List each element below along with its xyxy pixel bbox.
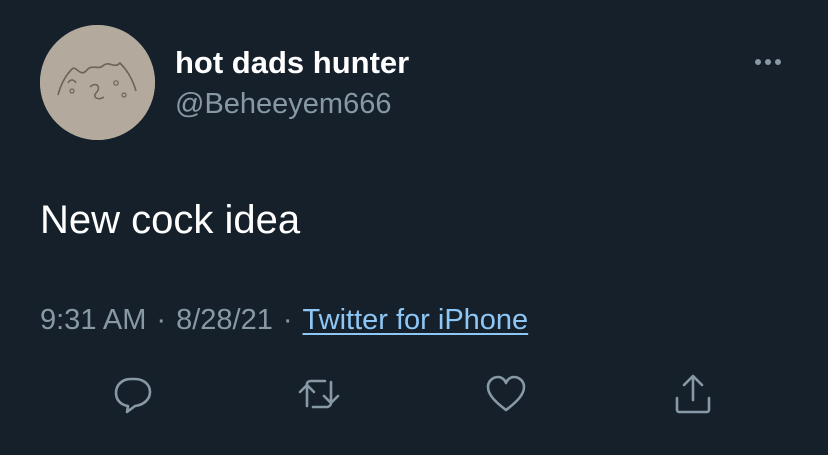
tweet-time[interactable]: 9:31 AM	[40, 304, 146, 336]
more-horizontal-icon[interactable]	[750, 50, 786, 74]
avatar[interactable]	[40, 25, 155, 140]
share-button[interactable]	[671, 372, 715, 416]
reply-bubble-icon	[114, 377, 152, 414]
tweet-source-link[interactable]: Twitter for iPhone	[303, 304, 529, 336]
meta-separator: ·	[156, 304, 167, 336]
tweet-meta: 9:31 AM · 8/28/21 · Twitter for iPhone	[40, 302, 528, 338]
reply-button[interactable]	[111, 372, 155, 416]
meta-separator: ·	[282, 304, 293, 336]
retweet-icon	[298, 379, 340, 409]
heart-icon	[486, 375, 526, 412]
like-button[interactable]	[484, 372, 528, 416]
tweet-date[interactable]: 8/28/21	[176, 304, 273, 336]
action-bar	[0, 372, 828, 418]
tweet-text: New cock idea	[40, 198, 301, 242]
retweet-button[interactable]	[297, 372, 341, 416]
username-handle[interactable]: @Beheeyem666	[175, 86, 391, 122]
avatar-image	[40, 25, 155, 140]
share-upload-icon	[675, 374, 711, 414]
display-name[interactable]: hot dads hunter	[175, 44, 409, 82]
